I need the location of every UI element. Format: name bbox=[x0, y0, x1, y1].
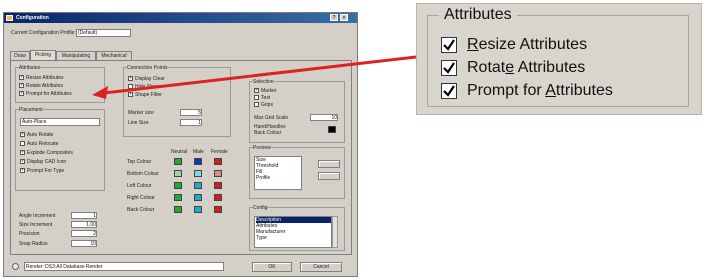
callout-arrow bbox=[92, 55, 417, 99]
arrow-head-icon bbox=[92, 86, 108, 99]
arrow-shaft bbox=[103, 55, 417, 95]
